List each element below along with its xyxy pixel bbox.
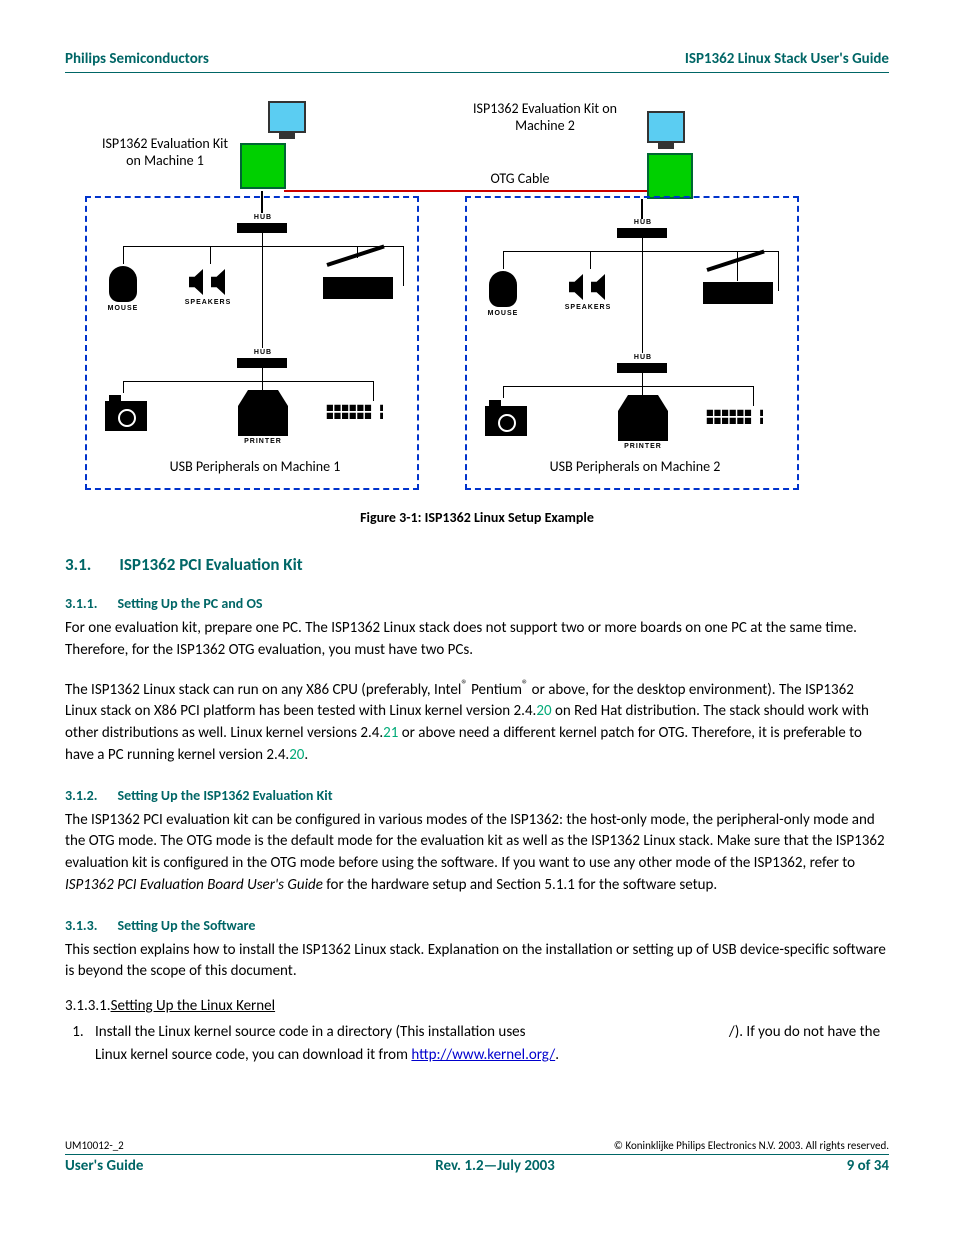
header-left: Philips Semiconductors bbox=[65, 50, 209, 68]
speakers-label: SPEAKERS bbox=[563, 304, 613, 311]
keyboard-icon: ▪▪▪▪▪▪ ▪▪▪▪▪▪▪▪ ▪▪ bbox=[325, 403, 383, 421]
paragraph: For one evaluation kit, prepare one PC. … bbox=[65, 618, 889, 662]
hub-icon bbox=[617, 228, 667, 238]
label-kit2: ISP1362 Evaluation Kit on Machine 2 bbox=[465, 101, 625, 135]
footer-right: 9 of 34 bbox=[847, 1157, 889, 1175]
label-usb2: USB Peripherals on Machine 2 bbox=[530, 459, 740, 476]
footer-center: Rev. 1.2—July 2003 bbox=[435, 1157, 555, 1175]
list-item: Install the Linux kernel source code in … bbox=[87, 1021, 889, 1066]
printer-label: PRINTER bbox=[621, 443, 665, 450]
heading-num: 3.1.3. bbox=[65, 917, 98, 934]
label-kit1: ISP1362 Evaluation Kit on Machine 1 bbox=[95, 136, 235, 170]
hub-label: HUB bbox=[245, 349, 281, 356]
mouse-icon bbox=[109, 266, 137, 302]
doc-number: UM10012-_2 bbox=[65, 1139, 124, 1152]
paragraph: This section explains how to install the… bbox=[65, 940, 889, 984]
label-otg: OTG Cable bbox=[475, 171, 565, 188]
mouse-label: MOUSE bbox=[483, 310, 523, 317]
pc-tower-icon bbox=[240, 143, 286, 189]
keyboard-icon: ▪▪▪▪▪▪ ▪▪▪▪▪▪▪▪ ▪▪ bbox=[705, 408, 763, 426]
figure-diagram: ISP1362 Evaluation Kit on Machine 1 ISP1… bbox=[65, 91, 889, 501]
printer-icon bbox=[238, 406, 288, 436]
hub-label: HUB bbox=[245, 214, 281, 221]
hub-icon bbox=[237, 358, 287, 368]
heading-title: Setting Up the PC and OS bbox=[118, 595, 263, 612]
heading-3-1-1: 3.1.1. Setting Up the PC and OS bbox=[65, 595, 889, 612]
heading-num: 3.1.1. bbox=[65, 595, 98, 612]
heading-3-1-2: 3.1.2. Setting Up the ISP1362 Evaluation… bbox=[65, 787, 889, 804]
heading-title: ISP1362 PCI Evaluation Kit bbox=[119, 554, 302, 575]
footer-left: User's Guide bbox=[65, 1157, 143, 1175]
kernel-link[interactable]: http://www.kernel.org/ bbox=[411, 1046, 555, 1064]
printer-label: PRINTER bbox=[241, 438, 285, 445]
otg-cable-line bbox=[284, 190, 647, 192]
figure-caption: Figure 3-1: ISP1362 Linux Setup Example bbox=[65, 509, 889, 526]
heading-num: 3.1. bbox=[65, 554, 91, 575]
camera-icon bbox=[105, 401, 147, 431]
copyright: © Koninklijke Philips Electronics N.V. 2… bbox=[614, 1139, 889, 1152]
heading-num: 3.1.2. bbox=[65, 787, 98, 804]
hub-icon bbox=[617, 363, 667, 373]
hub-label: HUB bbox=[625, 219, 661, 226]
heading-title: Setting Up the Software bbox=[118, 917, 256, 934]
usb-box-1 bbox=[85, 196, 419, 490]
heading-3-1: 3.1. ISP1362 PCI Evaluation Kit bbox=[65, 554, 889, 575]
paragraph: The ISP1362 PCI evaluation kit can be co… bbox=[65, 810, 889, 897]
heading-title: Setting Up the ISP1362 Evaluation Kit bbox=[118, 787, 333, 804]
hub-icon bbox=[237, 223, 287, 233]
label-usb1: USB Peripherals on Machine 1 bbox=[150, 459, 360, 476]
page-footer: UM10012-_2 © Koninklijke Philips Electro… bbox=[65, 1139, 889, 1175]
heading-3-1-3: 3.1.3. Setting Up the Software bbox=[65, 917, 889, 934]
camera-icon bbox=[485, 406, 527, 436]
header-right: ISP1362 Linux Stack User's Guide bbox=[685, 50, 889, 68]
mouse-icon bbox=[489, 271, 517, 307]
mouse-label: MOUSE bbox=[103, 305, 143, 312]
paragraph: The ISP1362 Linux stack can run on any X… bbox=[65, 676, 889, 767]
scanner-icon bbox=[703, 282, 773, 304]
pc-monitor-icon bbox=[647, 111, 685, 143]
scanner-icon bbox=[323, 277, 393, 299]
page-header: Philips Semiconductors ISP1362 Linux Sta… bbox=[65, 50, 889, 73]
ordered-list: Install the Linux kernel source code in … bbox=[87, 1021, 889, 1066]
printer-icon bbox=[618, 411, 668, 441]
heading-3-1-3-1: 3.1.3.1.Setting Up the Linux Kernel bbox=[65, 997, 889, 1015]
hub-label: HUB bbox=[625, 354, 661, 361]
pc-tower-icon bbox=[647, 153, 693, 199]
pc-monitor-icon bbox=[268, 101, 306, 133]
speakers-label: SPEAKERS bbox=[183, 299, 233, 306]
